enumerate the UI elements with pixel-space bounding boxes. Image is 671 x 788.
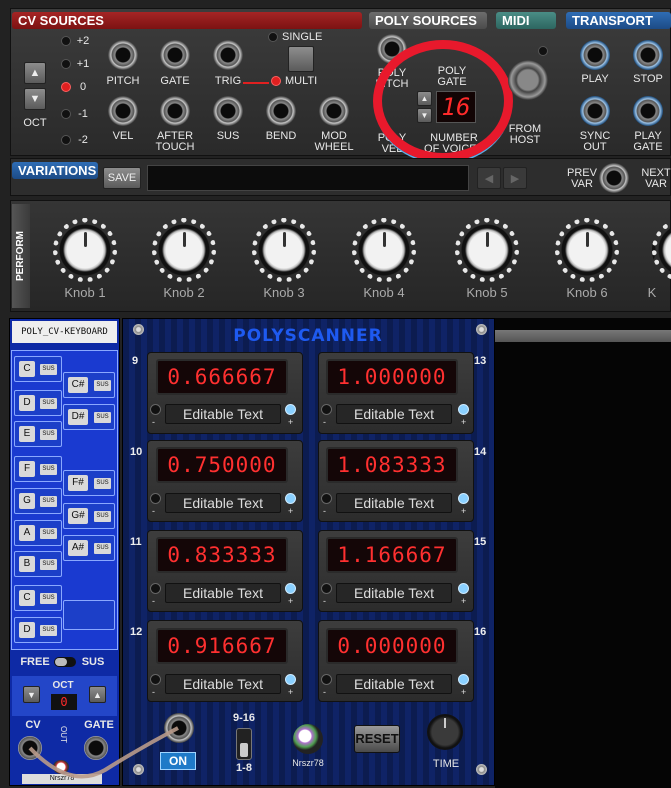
- patch-cable: [28, 726, 179, 779]
- patch-cable-path: [28, 726, 179, 779]
